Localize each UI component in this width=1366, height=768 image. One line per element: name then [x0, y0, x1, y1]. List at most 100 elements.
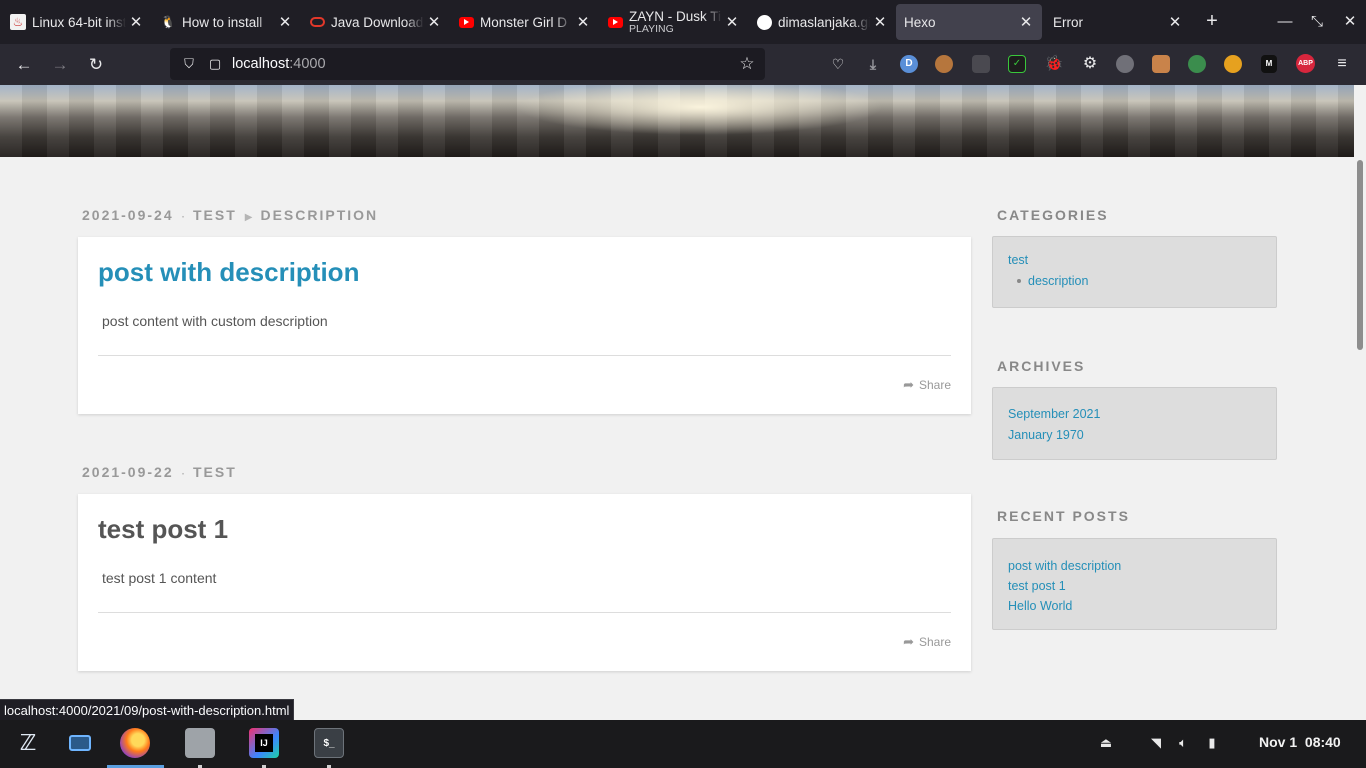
post-card: post with description post content with …: [78, 237, 971, 414]
tab-zayn-dusk[interactable]: ZAYN - Dusk Till Dawn PLAYING ✕: [599, 4, 748, 40]
close-icon[interactable]: ✕: [872, 13, 888, 31]
globe-extension-icon[interactable]: [1188, 55, 1206, 73]
share-button[interactable]: ➦ Share: [903, 634, 951, 650]
tab-error[interactable]: Error ✕: [1045, 4, 1191, 40]
new-tab-button[interactable]: +: [1200, 10, 1224, 34]
eject-icon[interactable]: ⏏: [1097, 734, 1115, 752]
forward-icon[interactable]: →: [47, 52, 73, 78]
tab-playing-label: PLAYING: [629, 23, 674, 35]
clock-date: Nov 1: [1259, 734, 1298, 750]
categories-title: CATEGORIES: [997, 207, 1109, 223]
bookmark-star-icon[interactable]: ☆: [735, 52, 759, 76]
firefox-icon[interactable]: [120, 728, 150, 758]
recent-posts-widget: post with description test post 1 Hello …: [992, 538, 1277, 630]
recent-post-link[interactable]: Hello World: [1008, 596, 1261, 616]
menu-icon[interactable]: ≡: [1332, 54, 1352, 74]
post-date[interactable]: 2021-09-24: [82, 207, 174, 223]
shield-green-icon[interactable]: ✓: [1008, 55, 1026, 73]
tab-github[interactable]: dimaslanjaka.github.io ✕: [748, 4, 896, 40]
clock[interactable]: Nov 1 08:40: [1259, 734, 1341, 750]
tux-icon: 🐧: [160, 15, 176, 29]
share-icon: ➦: [903, 377, 914, 392]
tab-title: Hexo: [904, 14, 936, 30]
share-icon: ➦: [903, 634, 914, 649]
post-category[interactable]: DESCRIPTION: [260, 207, 378, 223]
github-icon: [756, 14, 772, 30]
youtube-icon: [458, 14, 474, 30]
close-icon[interactable]: ✕: [1018, 13, 1034, 31]
share-button[interactable]: ➦ Share: [903, 377, 951, 393]
ghost-icon[interactable]: [1116, 55, 1134, 73]
tab-java-downloads[interactable]: Java Downloads ✕: [301, 4, 450, 40]
tab-monster-girl[interactable]: Monster Girl D ✕: [450, 4, 599, 40]
cookie-icon[interactable]: [935, 55, 953, 73]
fox-extension-icon[interactable]: [1152, 55, 1170, 73]
post-title[interactable]: post with description: [98, 257, 359, 288]
tab-title: Java Downloads: [331, 14, 424, 30]
subcategory-item: description: [1017, 274, 1088, 288]
volume-icon[interactable]: 🔈︎: [1174, 734, 1192, 752]
gear-icon[interactable]: ⚙: [1080, 54, 1100, 74]
downloads-icon[interactable]: ⤓: [863, 54, 883, 74]
back-icon[interactable]: ←: [11, 52, 37, 78]
navigation-toolbar: ← → ↻ ⛉ ▢ localhost:4000 ☆ ♡ ⤓ D ✓ 🐞 ⚙ M…: [0, 44, 1366, 85]
page-scrollbar[interactable]: [1354, 85, 1366, 720]
recent-post-link[interactable]: test post 1: [1008, 576, 1261, 596]
workspaces-icon[interactable]: [65, 728, 95, 758]
post-category[interactable]: TEST: [193, 207, 237, 223]
share-label: Share: [918, 378, 951, 392]
close-icon[interactable]: ✕: [277, 13, 293, 31]
files-icon[interactable]: [185, 728, 215, 758]
post-content: post content with custom description: [102, 313, 328, 329]
pocket-icon[interactable]: ♡: [828, 54, 848, 74]
minimize-icon[interactable]: —: [1273, 10, 1297, 34]
battery-icon[interactable]: ▮: [1203, 734, 1221, 752]
tab-hexo[interactable]: Hexo ✕: [896, 4, 1042, 40]
taskbar: ℤ IJ $_ ⏏ ◥ 🔈︎ ▮ Nov 1 08:40: [0, 720, 1366, 768]
close-icon[interactable]: ✕: [426, 13, 442, 31]
adblock-plus-icon[interactable]: ABP: [1296, 54, 1315, 73]
category-link[interactable]: description: [1028, 274, 1088, 288]
close-window-icon[interactable]: ✕: [1338, 10, 1362, 34]
restore-icon[interactable]: ⤡: [1305, 10, 1329, 34]
dashlane-icon[interactable]: D: [900, 55, 918, 73]
post-meta: 2021-09-24 · TEST ▶ DESCRIPTION: [82, 207, 379, 223]
tab-how-to-install[interactable]: 🐧 How to install ✕: [152, 4, 301, 40]
post-content: test post 1 content: [102, 570, 217, 586]
close-icon[interactable]: ✕: [1167, 13, 1183, 31]
category-link[interactable]: test: [1008, 253, 1028, 267]
zorin-menu-icon[interactable]: ℤ: [13, 728, 43, 758]
archive-link[interactable]: January 1970: [1008, 425, 1261, 446]
close-icon[interactable]: ✕: [575, 13, 591, 31]
intellij-icon[interactable]: IJ: [249, 728, 279, 758]
tampermonkey-icon[interactable]: [1224, 55, 1242, 73]
archive-link[interactable]: September 2021: [1008, 404, 1261, 425]
close-icon[interactable]: ✕: [724, 13, 740, 31]
bug-icon[interactable]: 🐞: [1044, 54, 1064, 74]
tab-title: dimaslanjaka.github.io: [778, 14, 870, 30]
oracle-icon: [309, 14, 325, 30]
post-category[interactable]: TEST: [193, 464, 237, 480]
post-date[interactable]: 2021-09-22: [82, 464, 174, 480]
url-bar[interactable]: ⛉ ▢ localhost:4000 ☆: [170, 48, 765, 80]
shield-icon[interactable]: ⛉: [180, 56, 198, 72]
reload-icon[interactable]: ↻: [83, 52, 109, 78]
java-icon: ♨: [10, 14, 26, 30]
recent-post-link[interactable]: post with description: [1008, 556, 1261, 576]
tab-linux-install[interactable]: ♨ Linux 64-bit installation ✕: [2, 4, 152, 40]
categories-widget: test description: [992, 236, 1277, 308]
page-icon: ▢: [208, 56, 222, 71]
post-title[interactable]: test post 1: [98, 514, 228, 545]
archives-widget: September 2021 January 1970: [992, 387, 1277, 460]
header-banner-image: [0, 85, 1354, 157]
page-viewport: 2021-09-24 · TEST ▶ DESCRIPTION post with de…: [0, 85, 1354, 720]
extension-grey-icon[interactable]: [972, 55, 990, 73]
close-icon[interactable]: ✕: [128, 13, 144, 31]
scrollbar-thumb[interactable]: [1357, 160, 1363, 350]
wifi-icon[interactable]: ◥: [1147, 734, 1165, 752]
terminal-icon[interactable]: $_: [314, 728, 344, 758]
bullet-icon: [1017, 279, 1021, 283]
metamask-icon[interactable]: M: [1261, 55, 1277, 73]
post-card: test post 1 test post 1 content ➦ Share: [78, 494, 971, 671]
clock-time: 08:40: [1304, 734, 1341, 750]
